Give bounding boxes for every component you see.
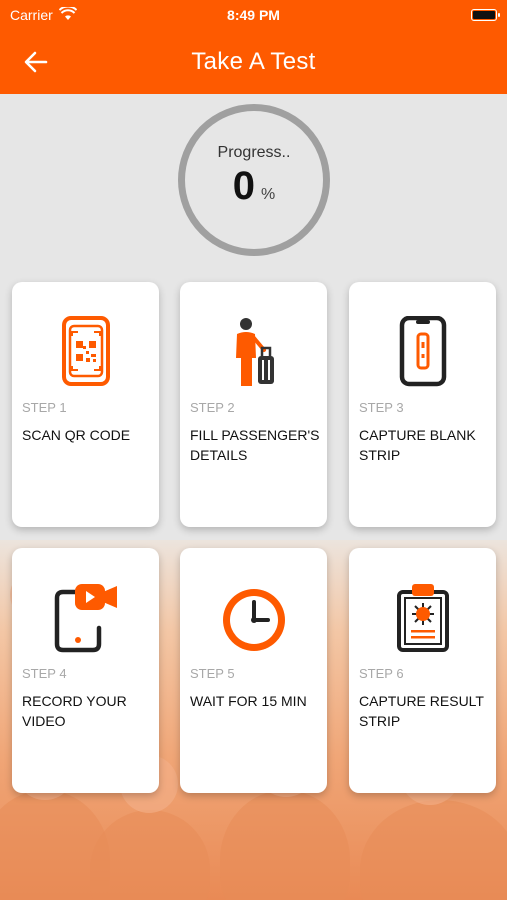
- qr-phone-icon: [61, 316, 110, 386]
- status-time: 8:49 PM: [227, 7, 280, 23]
- step-number: STEP 4: [22, 666, 67, 681]
- video-record-icon: [54, 584, 117, 653]
- step-card-2[interactable]: STEP 2 FILL PASSENGER'S DETAILS: [180, 282, 327, 527]
- step-number: STEP 5: [190, 666, 235, 681]
- step-card-3[interactable]: STEP 3 CAPTURE BLANK STRIP: [349, 282, 496, 527]
- status-bar: Carrier 8:49 PM: [0, 0, 507, 30]
- progress-unit: %: [261, 185, 276, 203]
- step-title: RECORD YOUR VIDEO: [22, 693, 127, 729]
- step-number: STEP 3: [359, 400, 404, 415]
- battery-icon: [471, 9, 500, 21]
- phone-strip-icon: [399, 316, 446, 387]
- clipboard-virus-icon: [396, 584, 449, 652]
- step-title: CAPTURE BLANK STRIP: [359, 427, 476, 463]
- step-card-1[interactable]: STEP 1 SCAN QR CODE: [12, 282, 159, 527]
- step-number: STEP 2: [190, 400, 235, 415]
- progress-indicator: Progress.. 0 %: [178, 104, 330, 256]
- step-card-4[interactable]: STEP 4 RECORD YOUR VIDEO: [12, 548, 159, 793]
- step-card-6[interactable]: STEP 6 CAPTURE RESULT STRIP: [349, 548, 496, 793]
- clock-icon: [222, 589, 285, 651]
- step-number: STEP 6: [359, 666, 404, 681]
- progress-value: 0: [232, 163, 255, 208]
- step-title: CAPTURE RESULT STRIP: [359, 693, 484, 729]
- back-button[interactable]: [20, 46, 52, 78]
- navigation-bar: Take A Test: [0, 30, 507, 94]
- back-arrow-icon: [24, 51, 48, 73]
- passenger-luggage-icon: [235, 318, 274, 386]
- step-card-5[interactable]: STEP 5 WAIT FOR 15 MIN: [180, 548, 327, 793]
- step-title: WAIT FOR 15 MIN: [190, 693, 307, 709]
- page-title: Take A Test: [191, 48, 316, 75]
- step-title: SCAN QR CODE: [22, 427, 131, 443]
- step-number: STEP 1: [22, 400, 67, 415]
- progress-label: Progress..: [217, 143, 291, 161]
- step-title: FILL PASSENGER'S DETAILS: [190, 427, 320, 463]
